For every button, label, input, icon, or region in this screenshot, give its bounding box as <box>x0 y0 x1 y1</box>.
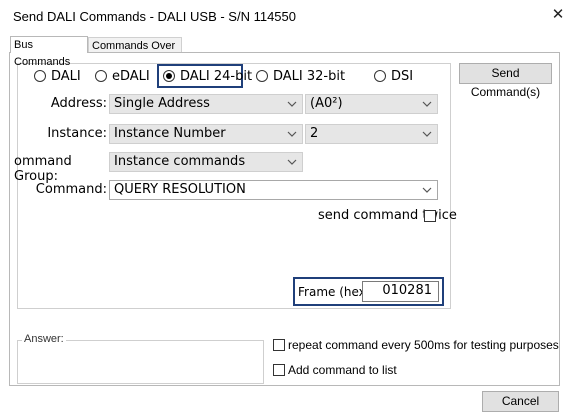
tab-bus-commands[interactable]: Bus Commands <box>10 36 88 68</box>
radio-label: DSI <box>391 68 414 84</box>
radio-dali-32bit[interactable]: DALI 32-bit <box>256 67 345 85</box>
command-group-select[interactable]: Instance commands <box>109 152 303 172</box>
radio-label: DALI 32-bit <box>273 68 346 84</box>
close-icon[interactable]: ✕ <box>549 4 567 26</box>
frame-hex-input[interactable]: 010281 <box>362 281 439 302</box>
send-twice-checkbox[interactable] <box>424 210 436 222</box>
command-label: Command: <box>35 182 107 197</box>
radio-label: eDALI <box>112 68 150 84</box>
chevron-down-icon <box>287 101 297 107</box>
cancel-button[interactable]: Cancel <box>482 391 559 412</box>
add-to-list-checkbox[interactable] <box>273 364 285 376</box>
chevron-down-icon <box>422 187 432 193</box>
repeat-checkbox[interactable] <box>273 339 285 351</box>
radio-circle[interactable] <box>34 70 46 82</box>
answer-label: Answer: <box>22 333 66 345</box>
address-number-select[interactable]: (A0²) <box>305 94 438 114</box>
instance-number-value: 2 <box>310 126 319 141</box>
instance-number-select[interactable]: 2 <box>305 124 438 144</box>
address-label: Address: <box>50 96 107 111</box>
address-value: Single Address <box>114 96 210 111</box>
address-select[interactable]: Single Address <box>109 94 303 114</box>
radio-edali[interactable]: eDALI <box>95 67 150 85</box>
address-number-value: (A0²) <box>310 96 343 111</box>
chevron-down-icon <box>287 131 297 137</box>
add-to-list-label: Add command to list <box>288 363 397 377</box>
command-value: QUERY RESOLUTION <box>114 182 246 197</box>
radio-circle[interactable] <box>256 70 268 82</box>
repeat-label: repeat command every 500ms for testing p… <box>288 338 559 352</box>
radio-dsi[interactable]: DSI <box>374 67 413 85</box>
send-commands-button[interactable]: Send Command(s) <box>459 63 552 99</box>
window-title: Send DALI Commands - DALI USB - S/N 1145… <box>13 9 296 24</box>
radio-dali-24bit[interactable]: DALI 24-bit <box>163 67 252 85</box>
command-select[interactable]: QUERY RESOLUTION <box>109 180 438 200</box>
answer-group <box>17 340 264 384</box>
instance-select[interactable]: Instance Number <box>109 124 303 144</box>
chevron-down-icon <box>422 131 432 137</box>
radio-circle[interactable] <box>95 70 107 82</box>
radio-circle-selected[interactable] <box>163 70 175 82</box>
chevron-down-icon <box>287 159 297 165</box>
send-twice-label: send command twice <box>318 208 457 223</box>
instance-value: Instance Number <box>114 126 226 141</box>
radio-label: DALI 24-bit <box>180 68 253 84</box>
radio-circle[interactable] <box>374 70 386 82</box>
instance-label: Instance: <box>47 126 107 141</box>
command-group-value: Instance commands <box>114 154 246 169</box>
command-group-label: ommand Group: <box>14 154 72 184</box>
chevron-down-icon <box>422 101 432 107</box>
